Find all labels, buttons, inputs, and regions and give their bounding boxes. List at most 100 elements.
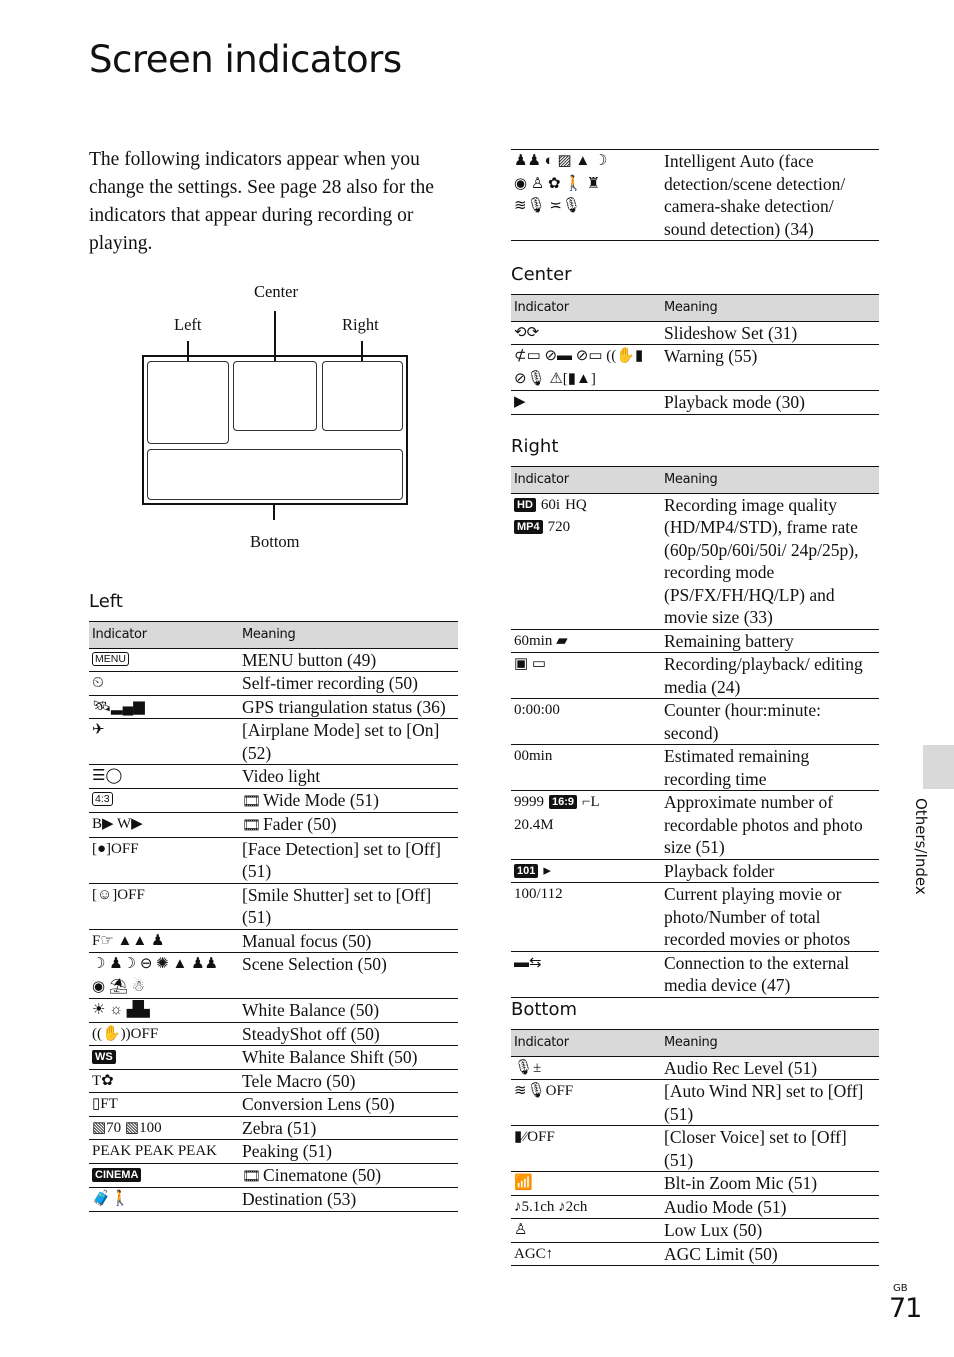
indicator-cell: F☞ ▲▲ ♟ [89,929,239,953]
indicator-icon-line: 100/112 [514,883,658,906]
indicator-icon-line: 00min [514,745,658,768]
indicator-cell: 9999 16:9 ⌐L 20.4M [511,790,661,860]
agc-limit-icon: AGC↑ [514,1245,554,1262]
table-row: ⏲ Self-timer recording (50) [89,671,458,696]
face-detection-off-icon: [●]OFF [92,840,139,857]
meaning-text: [Auto Wind NR] set to [Off] (51) [664,1081,864,1124]
meaning-text: AGC Limit (50) [664,1243,778,1264]
diagram-label-center: Center [254,282,298,301]
meaning-cell: Estimated remaining recording time [661,744,879,791]
meaning-text: Scene Selection (50) [242,954,387,974]
meaning-cell: Connection to the external media device … [661,951,879,998]
indicator-cell: WS [89,1045,239,1070]
diagram-label-right: Right [342,315,379,334]
meaning-text: Recording image quality (HD/MP4/STD), fr… [664,494,859,628]
hd-icon: HD [514,497,536,512]
indicator-cell: 0:00:00 [511,698,661,745]
indicator-icon-line: 🧳🚶 [92,1188,236,1211]
diagram-label-left: Left [174,315,202,334]
indicator-cell: AGC↑ [511,1242,661,1266]
indicator-cell: ☀ ☼ ▟▙ [89,998,239,1023]
night-scene-icon: ☽ ♟☽ ⊖ ✺ ▲ ♟♟ ◉ ⛱ ☃ [92,956,218,995]
indicator-cell: ☰◯ [89,764,239,789]
right-table-body: HD 60i HQ MP4 720 Recording image quality (HD… [511,493,879,998]
smile-shutter-off-icon: [☺]OFF [92,886,145,903]
indicator-cell: [☺]OFF [89,883,239,930]
meaning-text: Slideshow Set (31) [664,322,798,343]
table-row: ((✋))OFF SteadyShot off (50) [89,1022,458,1046]
meaning-cell: [Auto Wind NR] set to [Off] (51) [661,1079,879,1126]
indicator-icon-line: [●]OFF [92,838,236,861]
film-strip-icon: 🎞 [242,1166,262,1185]
section-title-center: Center [511,264,572,285]
meaning-text: Low Lux (50) [664,1220,763,1240]
meaning-text: Destination (53) [242,1189,357,1209]
meaning-cell: 🎞 Cinematone (50) [239,1163,458,1188]
indicator-cell: ⟲⟳ [511,321,661,345]
intelligent-auto-icon-line: ≋🎙 ≍🎙 [514,198,581,214]
indicator-icon-line: CINEMA [92,1164,236,1187]
table-row: ☰◯ Video light [89,764,458,789]
side-tab-label: Others/Index [912,798,930,895]
indicator-icon-line: 4:3 [92,789,236,812]
indicator-cell: 🧳🚶 [89,1187,239,1212]
meaning-text: Manual focus (50) [242,930,372,951]
meaning-cell: Slideshow Set (31) [661,321,879,345]
meaning-cell: Blt-in Zoom Mic (51) [661,1171,879,1196]
table-row: 9999 16:9 ⌐L 20.4M Approximate number of rec… [511,790,879,860]
table-row: [☺]OFF [Smile Shutter] set to [Off] (51) [89,883,458,930]
header-indicator: Indicator [511,466,661,494]
table-row: 🎙± Audio Rec Level (51) [511,1056,879,1080]
meaning-cell: [Face Detection] set to [Off] (51) [239,837,458,884]
indicator-cell: ▣ ▭ [511,652,661,699]
table-row: ▧70 ▧100 Zebra (51) [89,1116,458,1140]
meaning-text: Video light [242,766,321,786]
indicator-cell: 🎙± [511,1056,661,1080]
meaning-cell: [Smile Shutter] set to [Off] (51) [239,883,458,930]
table-row: ▬⇆ Connection to the external media devic… [511,951,879,998]
conversion-lens-icon: ▯FT [92,1096,118,1112]
table-row: T✿ Tele Macro (50) [89,1069,458,1093]
zoom-mic-icon: 📶 [514,1175,533,1191]
indicator-cell: 📶 [511,1171,661,1196]
table-row: CINEMA 🎞 Cinematone (50) [89,1163,458,1188]
indicator-icon-line: ((✋))OFF [92,1023,236,1046]
slideshow-repeat-icon: ⟲⟳ [514,324,540,341]
table-row: HD 60i HQ MP4 720 Recording image quality (HD… [511,493,879,630]
indicator-cell: T✿ [89,1069,239,1093]
region-bottom [147,449,403,500]
meaning-cell: SteadyShot off (50) [239,1022,458,1046]
steadyshot-off-icon: ((✋))OFF [92,1025,159,1042]
screen-outline [142,355,408,505]
indicator-cell: HD 60i HQ MP4 720 [511,493,661,630]
table-row: 4:3 🎞 Wide Mode (51) [89,788,458,813]
meaning-text: Cinematone (50) [263,1164,382,1185]
indicator-icon-line: 101 ▸ [514,860,658,883]
center-table-body: ⟲⟳ Slideshow Set (31) ⊄▭ ⊘▬ ⊘▭ ((✋▮ ⊘🎙 ⚠[▮▲… [511,321,879,415]
meaning-text: Playback folder [664,860,775,881]
meaning-cell: White Balance Shift (50) [239,1045,458,1070]
meaning-text: Estimated remaining recording time [664,746,810,789]
indicator-icon-line: ⏲ [92,672,236,695]
playback-mode-icon: ▶ [514,394,526,410]
fader-black-icon: B▶ W▶ [92,816,143,832]
meaning-cell: [Airplane Mode] set to [On] (52) [239,718,458,765]
diagram-leader-bottom [273,505,275,520]
meaning-cell: Counter (hour:minute: second) [661,698,879,745]
intelligent-auto-icons: ♟♟ ◐ ▨ ▲ ☽ ◉ ♙ ✿ 🚶 ♜ ≋🎙 ≍🎙 [511,149,661,241]
table-row: ♙ Low Lux (50) [511,1218,879,1243]
indicator-cell: [●]OFF [89,837,239,884]
table-row: PEAK PEAK PEAK Peaking (51) [89,1139,458,1164]
wb-shift-icon: WS [92,1050,116,1064]
table-row: ⊄▭ ⊘▬ ⊘▭ ((✋▮ ⊘🎙 ⚠[▮▲] Warning (55) [511,344,879,391]
indicator-icon-line: HD 60i HQ [514,494,658,517]
center-indicators-table: Indicator Meaning ⟲⟳ Slideshow Set (31) ⊄▭… [511,294,879,415]
intelligent-auto-icon-line: ♟♟ ◐ ▨ ▲ ☽ [514,153,608,169]
header-meaning: Meaning [661,466,879,494]
meaning-text: Tele Macro (50) [242,1070,356,1091]
wb-outdoor-icon: ☀ ☼ ▟▙ [92,1002,150,1018]
indicator-icon-line: 20.4M [514,814,658,837]
indicator-cell: CINEMA [89,1163,239,1188]
table-row: ⟲⟳ Slideshow Set (31) [511,321,879,345]
meaning-cell: Low Lux (50) [661,1218,879,1243]
